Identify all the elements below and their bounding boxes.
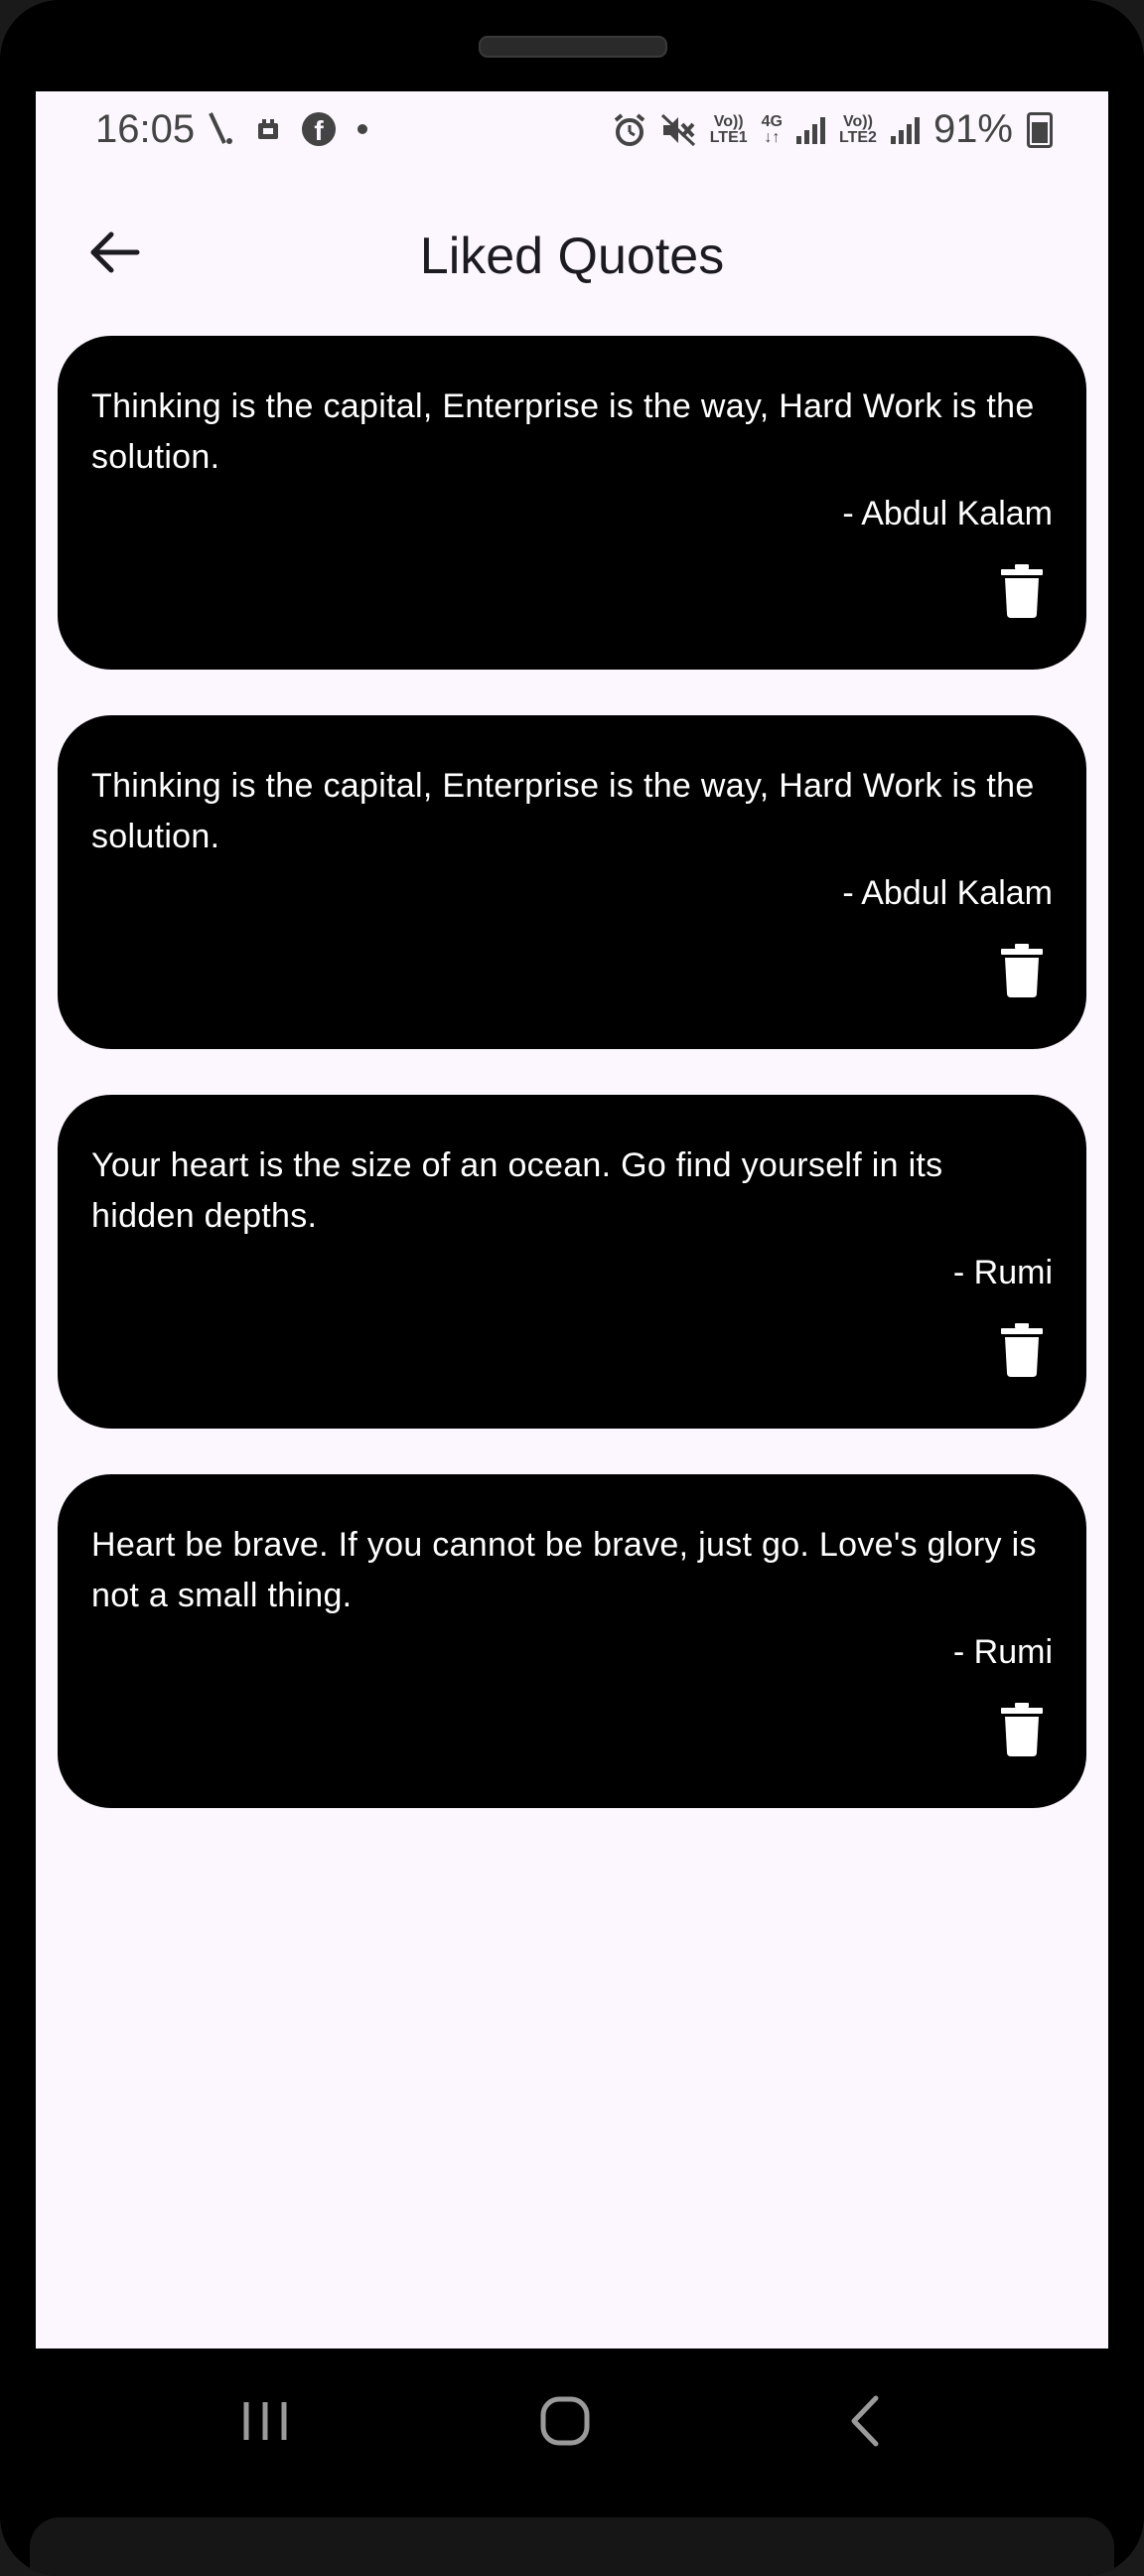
- system-nav-bar: [0, 2349, 1144, 2488]
- delete-button[interactable]: [1001, 944, 1043, 997]
- network-lte2-bottom: LTE2: [839, 128, 877, 146]
- back-icon: [851, 2395, 879, 2447]
- quote-card: Thinking is the capital, Enterprise is t…: [58, 715, 1086, 1049]
- network-4g-label: 4G: [761, 112, 783, 130]
- mute-icon: [660, 113, 695, 146]
- network-lte2: Vo)) LTE2: [839, 112, 877, 146]
- quote-text: Thinking is the capital, Enterprise is t…: [91, 387, 1035, 476]
- quote-text: Heart be brave. If you cannot be brave, …: [91, 1526, 1037, 1614]
- home-button[interactable]: [530, 2386, 600, 2456]
- delete-button[interactable]: [1001, 1703, 1043, 1756]
- status-time: 16:05: [95, 107, 196, 151]
- network-lte1-bottom: LTE1: [709, 128, 748, 146]
- app-bar: Liked Quotes: [36, 191, 1108, 310]
- media-icon: [258, 119, 278, 139]
- trash-icon: [1001, 564, 1043, 618]
- phone-bottom-edge: [30, 2517, 1114, 2576]
- network-arrows-icon: ↓↑: [764, 128, 781, 146]
- quote-text: Your heart is the size of an ocean. Go f…: [91, 1146, 943, 1235]
- quote-author: - Rumi: [952, 1633, 1053, 1671]
- trash-icon: [1001, 1703, 1043, 1756]
- battery-percent: 91%: [932, 107, 1013, 151]
- signal-bars-icon: [796, 116, 825, 144]
- nav-back-button[interactable]: [832, 2386, 902, 2456]
- page-title: Liked Quotes: [419, 227, 725, 285]
- speaker-grille: [479, 36, 667, 58]
- quote-author: - Abdul Kalam: [842, 874, 1053, 912]
- quote-author: - Abdul Kalam: [842, 495, 1053, 532]
- phone-frame: 16:05 f Vo)) LTE1 4G ↓↑ Vo)) LTE2 91% Li…: [0, 0, 1144, 2576]
- network-lte1: Vo)) LTE1: [709, 112, 748, 146]
- recents-icon: [243, 2402, 287, 2440]
- network-lte2-top: Vo)): [843, 112, 873, 130]
- signal-bars-icon-2: [890, 116, 920, 144]
- network-lte1-top: Vo)): [713, 112, 744, 130]
- facebook-icon: f: [302, 112, 336, 146]
- delete-button[interactable]: [1001, 564, 1043, 618]
- battery-icon: [1027, 111, 1053, 148]
- network-4g: 4G ↓↑: [761, 112, 783, 146]
- status-left-icons: f: [205, 111, 367, 147]
- quote-author: - Rumi: [952, 1254, 1053, 1291]
- delete-button[interactable]: [1001, 1323, 1043, 1377]
- status-right-icons: Vo)) LTE1 4G ↓↑ Vo)) LTE2 91%: [613, 107, 1053, 152]
- quote-card: Your heart is the size of an ocean. Go f…: [58, 1095, 1086, 1429]
- quote-list: Thinking is the capital, Enterprise is t…: [58, 336, 1086, 1854]
- signal-slash-icon: [209, 112, 232, 144]
- app-screen: 16:05 f Vo)) LTE1 4G ↓↑ Vo)) LTE2 91% Li…: [36, 91, 1108, 2349]
- dot-icon: [358, 124, 367, 134]
- quote-card: Thinking is the capital, Enterprise is t…: [58, 336, 1086, 670]
- status-bar: 16:05 f Vo)) LTE1 4G ↓↑ Vo)) LTE2 91%: [36, 91, 1108, 167]
- alarm-icon: [614, 112, 644, 146]
- trash-icon: [1001, 1323, 1043, 1377]
- quote-card: Heart be brave. If you cannot be brave, …: [58, 1474, 1086, 1808]
- home-icon: [540, 2396, 590, 2446]
- recents-button[interactable]: [230, 2386, 300, 2456]
- quote-text: Thinking is the capital, Enterprise is t…: [91, 767, 1035, 855]
- trash-icon: [1001, 944, 1043, 997]
